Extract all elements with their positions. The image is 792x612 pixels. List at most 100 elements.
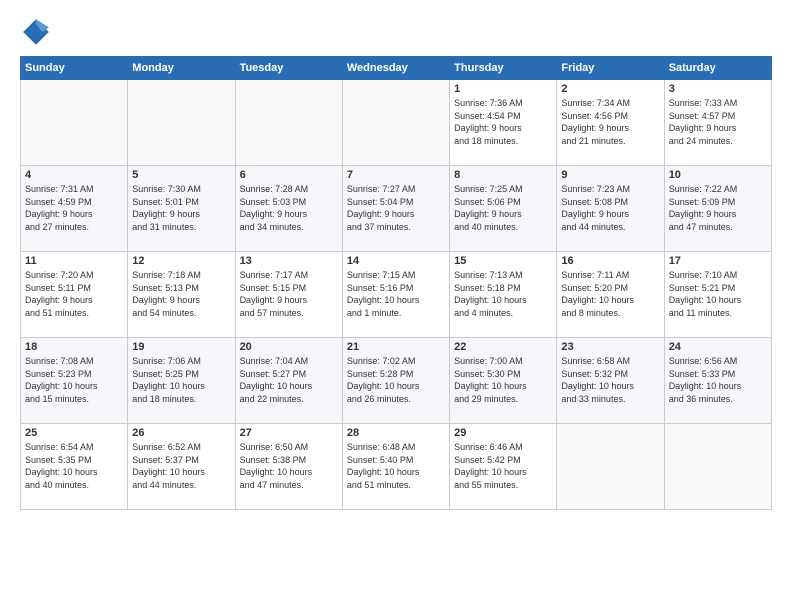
day-number: 11 (25, 255, 123, 267)
cell-content: Sunrise: 7:28 AM Sunset: 5:03 PM Dayligh… (240, 183, 338, 233)
cell-content: Sunrise: 7:06 AM Sunset: 5:25 PM Dayligh… (132, 355, 230, 405)
day-number: 14 (347, 255, 445, 267)
calendar-week-3: 11 Sunrise: 7:20 AM Sunset: 5:11 PM Dayli… (21, 252, 772, 338)
cell-content: Sunrise: 6:54 AM Sunset: 5:35 PM Dayligh… (25, 441, 123, 491)
calendar-header-thursday: Thursday (450, 57, 557, 80)
cell-content: Sunrise: 6:46 AM Sunset: 5:42 PM Dayligh… (454, 441, 552, 491)
calendar-cell: 21Sunrise: 7:02 AM Sunset: 5:28 PM Dayli… (342, 338, 449, 424)
cell-content: Sunrise: 7:18 AM Sunset: 5:13 PM Dayligh… (132, 269, 230, 319)
day-number: 18 (25, 341, 123, 353)
calendar-week-1: 1 Sunrise: 7:36 AM Sunset: 4:54 PM Daylig… (21, 80, 772, 166)
calendar-cell: 28 Sunrise: 6:48 AM Sunset: 5:40 PM Dayli… (342, 424, 449, 510)
calendar-cell (21, 80, 128, 166)
cell-content: Sunrise: 6:58 AM Sunset: 5:32 PM Dayligh… (561, 355, 659, 405)
cell-content: Sunrise: 7:30 AM Sunset: 5:01 PM Dayligh… (132, 183, 230, 233)
cell-content: Sunrise: 7:33 AM Sunset: 4:57 PM Dayligh… (669, 97, 767, 147)
day-number: 27 (240, 427, 338, 439)
calendar-page: SundayMondayTuesdayWednesdayThursdayFrid… (0, 0, 792, 612)
cell-content: Sunrise: 7:22 AM Sunset: 5:09 PM Dayligh… (669, 183, 767, 233)
cell-content: Sunrise: 6:48 AM Sunset: 5:40 PM Dayligh… (347, 441, 445, 491)
calendar-cell: 29 Sunrise: 6:46 AM Sunset: 5:42 PM Dayli… (450, 424, 557, 510)
calendar-cell (235, 80, 342, 166)
calendar-cell: 23 Sunrise: 6:58 AM Sunset: 5:32 PM Dayli… (557, 338, 664, 424)
calendar-cell: 13 Sunrise: 7:17 AM Sunset: 5:15 PM Dayli… (235, 252, 342, 338)
cell-content: Sunrise: 6:52 AM Sunset: 5:37 PM Dayligh… (132, 441, 230, 491)
day-number: 15 (454, 255, 552, 267)
cell-content: Sunrise: 7:31 AM Sunset: 4:59 PM Dayligh… (25, 183, 123, 233)
day-number: 22 (454, 341, 552, 353)
calendar-cell: 8Sunrise: 7:25 AM Sunset: 5:06 PM Daylig… (450, 166, 557, 252)
cell-content: Sunrise: 7:15 AM Sunset: 5:16 PM Dayligh… (347, 269, 445, 319)
day-number: 24 (669, 341, 767, 353)
cell-content: Sunrise: 6:50 AM Sunset: 5:38 PM Dayligh… (240, 441, 338, 491)
calendar-cell (664, 424, 771, 510)
cell-content: Sunrise: 7:34 AM Sunset: 4:56 PM Dayligh… (561, 97, 659, 147)
day-number: 1 (454, 83, 552, 95)
day-number: 8 (454, 169, 552, 181)
cell-content: Sunrise: 7:36 AM Sunset: 4:54 PM Dayligh… (454, 97, 552, 147)
calendar-cell: 18 Sunrise: 7:08 AM Sunset: 5:23 PM Dayli… (21, 338, 128, 424)
day-number: 6 (240, 169, 338, 181)
calendar-week-2: 4 Sunrise: 7:31 AM Sunset: 4:59 PM Daylig… (21, 166, 772, 252)
day-number: 3 (669, 83, 767, 95)
day-number: 26 (132, 427, 230, 439)
calendar-cell: 4 Sunrise: 7:31 AM Sunset: 4:59 PM Daylig… (21, 166, 128, 252)
cell-content: Sunrise: 7:00 AM Sunset: 5:30 PM Dayligh… (454, 355, 552, 405)
calendar-header-row: SundayMondayTuesdayWednesdayThursdayFrid… (21, 57, 772, 80)
day-number: 7 (347, 169, 445, 181)
cell-content: Sunrise: 7:23 AM Sunset: 5:08 PM Dayligh… (561, 183, 659, 233)
calendar-cell: 15 Sunrise: 7:13 AM Sunset: 5:18 PM Dayli… (450, 252, 557, 338)
day-number: 13 (240, 255, 338, 267)
calendar-cell: 1 Sunrise: 7:36 AM Sunset: 4:54 PM Daylig… (450, 80, 557, 166)
cell-content: Sunrise: 7:13 AM Sunset: 5:18 PM Dayligh… (454, 269, 552, 319)
day-number: 16 (561, 255, 659, 267)
logo-icon (20, 16, 52, 48)
calendar-cell (128, 80, 235, 166)
calendar-cell: 11 Sunrise: 7:20 AM Sunset: 5:11 PM Dayli… (21, 252, 128, 338)
day-number: 25 (25, 427, 123, 439)
day-number: 17 (669, 255, 767, 267)
calendar-cell: 9 Sunrise: 7:23 AM Sunset: 5:08 PM Daylig… (557, 166, 664, 252)
calendar-cell: 6 Sunrise: 7:28 AM Sunset: 5:03 PM Daylig… (235, 166, 342, 252)
calendar-cell: 5Sunrise: 7:30 AM Sunset: 5:01 PM Daylig… (128, 166, 235, 252)
day-number: 21 (347, 341, 445, 353)
calendar-header-monday: Monday (128, 57, 235, 80)
calendar-cell: 22 Sunrise: 7:00 AM Sunset: 5:30 PM Dayli… (450, 338, 557, 424)
cell-content: Sunrise: 7:20 AM Sunset: 5:11 PM Dayligh… (25, 269, 123, 319)
calendar-week-4: 18 Sunrise: 7:08 AM Sunset: 5:23 PM Dayli… (21, 338, 772, 424)
calendar-table: SundayMondayTuesdayWednesdayThursdayFrid… (20, 56, 772, 510)
cell-content: Sunrise: 7:27 AM Sunset: 5:04 PM Dayligh… (347, 183, 445, 233)
cell-content: Sunrise: 7:10 AM Sunset: 5:21 PM Dayligh… (669, 269, 767, 319)
cell-content: Sunrise: 7:04 AM Sunset: 5:27 PM Dayligh… (240, 355, 338, 405)
calendar-header-wednesday: Wednesday (342, 57, 449, 80)
calendar-cell: 2Sunrise: 7:34 AM Sunset: 4:56 PM Daylig… (557, 80, 664, 166)
logo (20, 16, 56, 48)
calendar-cell: 26 Sunrise: 6:52 AM Sunset: 5:37 PM Dayli… (128, 424, 235, 510)
day-number: 28 (347, 427, 445, 439)
calendar-header-friday: Friday (557, 57, 664, 80)
calendar-cell: 3 Sunrise: 7:33 AM Sunset: 4:57 PM Daylig… (664, 80, 771, 166)
calendar-cell (342, 80, 449, 166)
day-number: 20 (240, 341, 338, 353)
day-number: 29 (454, 427, 552, 439)
day-number: 10 (669, 169, 767, 181)
calendar-cell: 17 Sunrise: 7:10 AM Sunset: 5:21 PM Dayli… (664, 252, 771, 338)
calendar-header-sunday: Sunday (21, 57, 128, 80)
cell-content: Sunrise: 7:17 AM Sunset: 5:15 PM Dayligh… (240, 269, 338, 319)
day-number: 9 (561, 169, 659, 181)
calendar-cell: 10 Sunrise: 7:22 AM Sunset: 5:09 PM Dayli… (664, 166, 771, 252)
calendar-cell: 14 Sunrise: 7:15 AM Sunset: 5:16 PM Dayli… (342, 252, 449, 338)
calendar-header-saturday: Saturday (664, 57, 771, 80)
calendar-cell: 7 Sunrise: 7:27 AM Sunset: 5:04 PM Daylig… (342, 166, 449, 252)
calendar-week-5: 25 Sunrise: 6:54 AM Sunset: 5:35 PM Dayli… (21, 424, 772, 510)
day-number: 12 (132, 255, 230, 267)
cell-content: Sunrise: 6:56 AM Sunset: 5:33 PM Dayligh… (669, 355, 767, 405)
calendar-header-tuesday: Tuesday (235, 57, 342, 80)
cell-content: Sunrise: 7:08 AM Sunset: 5:23 PM Dayligh… (25, 355, 123, 405)
calendar-cell: 20 Sunrise: 7:04 AM Sunset: 5:27 PM Dayli… (235, 338, 342, 424)
day-number: 23 (561, 341, 659, 353)
calendar-cell: 19Sunrise: 7:06 AM Sunset: 5:25 PM Dayli… (128, 338, 235, 424)
day-number: 4 (25, 169, 123, 181)
calendar-cell: 27 Sunrise: 6:50 AM Sunset: 5:38 PM Dayli… (235, 424, 342, 510)
calendar-cell (557, 424, 664, 510)
